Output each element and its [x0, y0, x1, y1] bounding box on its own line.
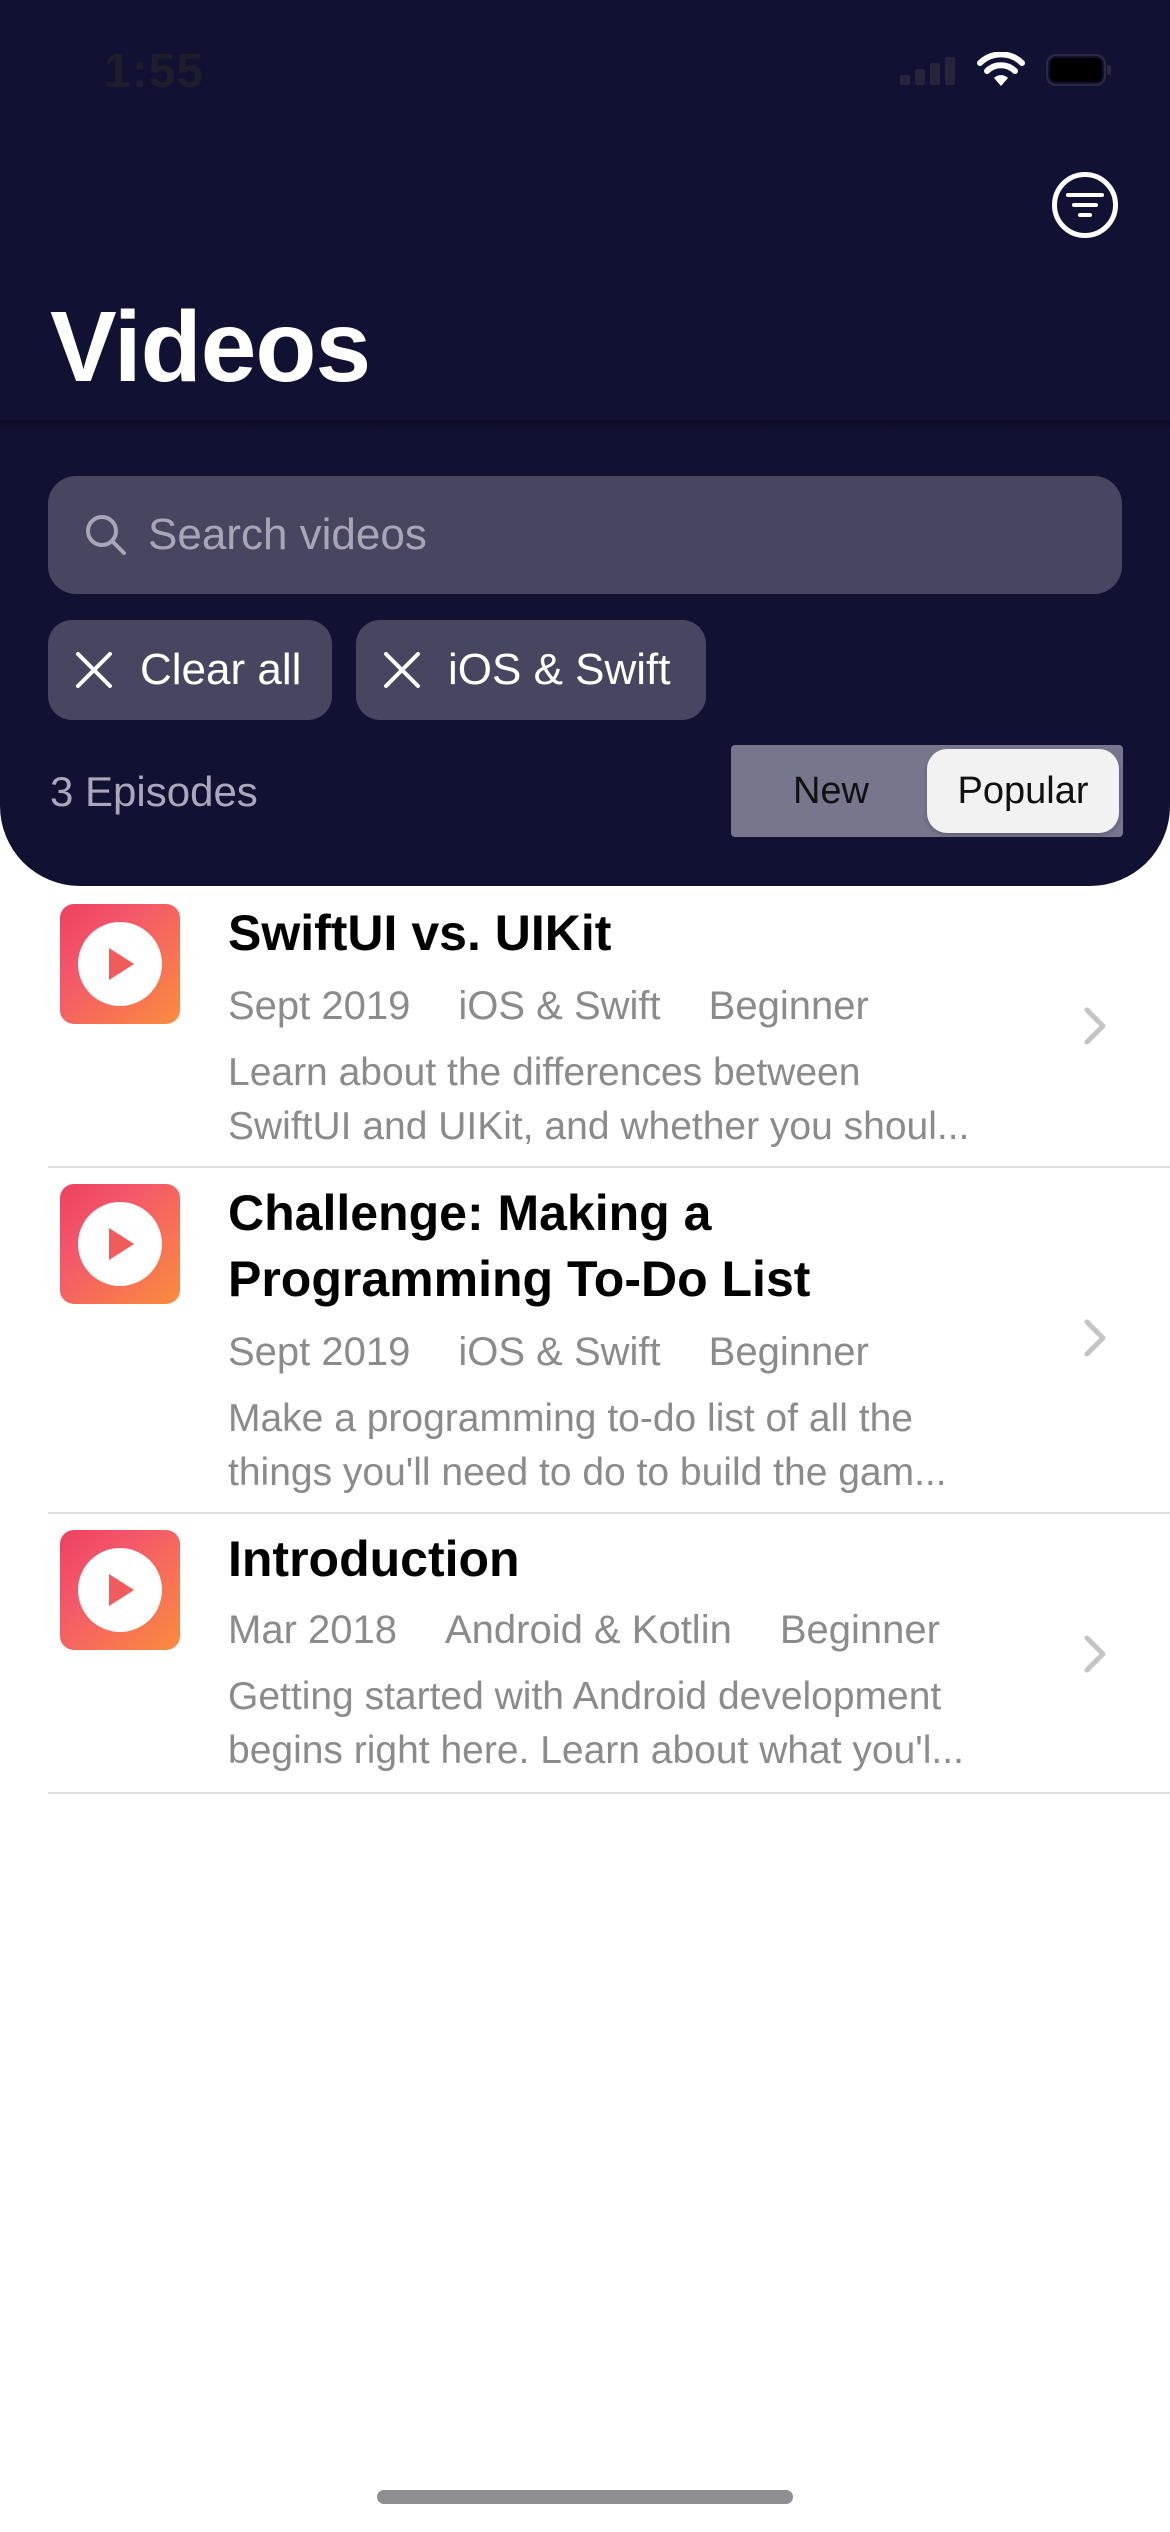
- sort-new-segment[interactable]: New: [735, 749, 927, 833]
- play-icon: [78, 1548, 162, 1632]
- episode-description: Getting started with Android development…: [228, 1675, 964, 1772]
- close-icon: [76, 652, 112, 688]
- chip-label: Clear all: [140, 645, 302, 694]
- episodes-count: 3 Episodes: [50, 768, 258, 815]
- videos-screen: 1:55 Videos Search videos Clear all iOS …: [0, 0, 1170, 2532]
- sort-segmented-control[interactable]: New Popular: [731, 745, 1123, 837]
- episode-date: Mar 2018: [228, 1608, 397, 1652]
- chevron-right-icon: [1084, 1007, 1106, 1045]
- battery-icon: [1046, 54, 1112, 86]
- episode-row[interactable]: SwiftUI vs. UIKit Sept 2019 iOS & Swift …: [48, 886, 1170, 1168]
- close-icon: [384, 652, 420, 688]
- episode-row[interactable]: Introduction Mar 2018 Android & Kotlin B…: [48, 1514, 1170, 1794]
- episode-platform: iOS & Swift: [458, 984, 661, 1028]
- video-thumbnail: [60, 1184, 180, 1304]
- cellular-signal-icon: [900, 55, 956, 85]
- episode-meta: Sept 2019 iOS & Swift Beginner: [228, 1330, 869, 1375]
- play-icon: [78, 1202, 162, 1286]
- chevron-right-icon: [1084, 1319, 1106, 1357]
- episode-title: Challenge: Making a Programming To-Do Li…: [228, 1185, 811, 1307]
- episode-meta: Mar 2018 Android & Kotlin Beginner: [228, 1608, 940, 1653]
- episode-row[interactable]: Challenge: Making a Programming To-Do Li…: [48, 1168, 1170, 1514]
- episode-title: Introduction: [228, 1531, 520, 1587]
- wifi-icon: [976, 52, 1026, 88]
- chevron-right-icon: [1084, 1635, 1106, 1673]
- episode-meta: Sept 2019 iOS & Swift Beginner: [228, 984, 869, 1029]
- header: 1:55 Videos Search videos Clear all iOS …: [0, 0, 1170, 886]
- clear-all-chip[interactable]: Clear all: [48, 620, 332, 720]
- home-indicator[interactable]: [377, 2490, 793, 2504]
- status-icons: [900, 52, 1112, 88]
- play-icon: [78, 922, 162, 1006]
- episode-date: Sept 2019: [228, 1330, 411, 1374]
- episode-description: Learn about the differences between Swif…: [228, 1051, 970, 1148]
- video-thumbnail: [60, 1530, 180, 1650]
- episode-description: Make a programming to-do list of all the…: [228, 1397, 947, 1494]
- chip-label: iOS & Swift: [448, 645, 671, 694]
- filter-button[interactable]: [1052, 172, 1118, 238]
- header-divider: [0, 420, 1170, 434]
- episode-level: Beginner: [708, 1330, 869, 1374]
- search-icon: [86, 515, 126, 555]
- filter-list-icon: [1066, 193, 1104, 217]
- page-title: Videos: [50, 291, 371, 403]
- search-input[interactable]: [148, 510, 1048, 560]
- episode-title: SwiftUI vs. UIKit: [228, 905, 612, 961]
- episode-platform: iOS & Swift: [458, 1330, 661, 1374]
- episode-platform: Android & Kotlin: [444, 1608, 732, 1652]
- episode-level: Beginner: [708, 984, 869, 1028]
- episode-level: Beginner: [779, 1608, 940, 1652]
- video-thumbnail: [60, 904, 180, 1024]
- sort-popular-segment[interactable]: Popular: [927, 749, 1119, 833]
- ios-swift-filter-chip[interactable]: iOS & Swift: [356, 620, 706, 720]
- status-time: 1:55: [104, 45, 205, 98]
- episode-date: Sept 2019: [228, 984, 411, 1028]
- search-bar[interactable]: [48, 476, 1122, 594]
